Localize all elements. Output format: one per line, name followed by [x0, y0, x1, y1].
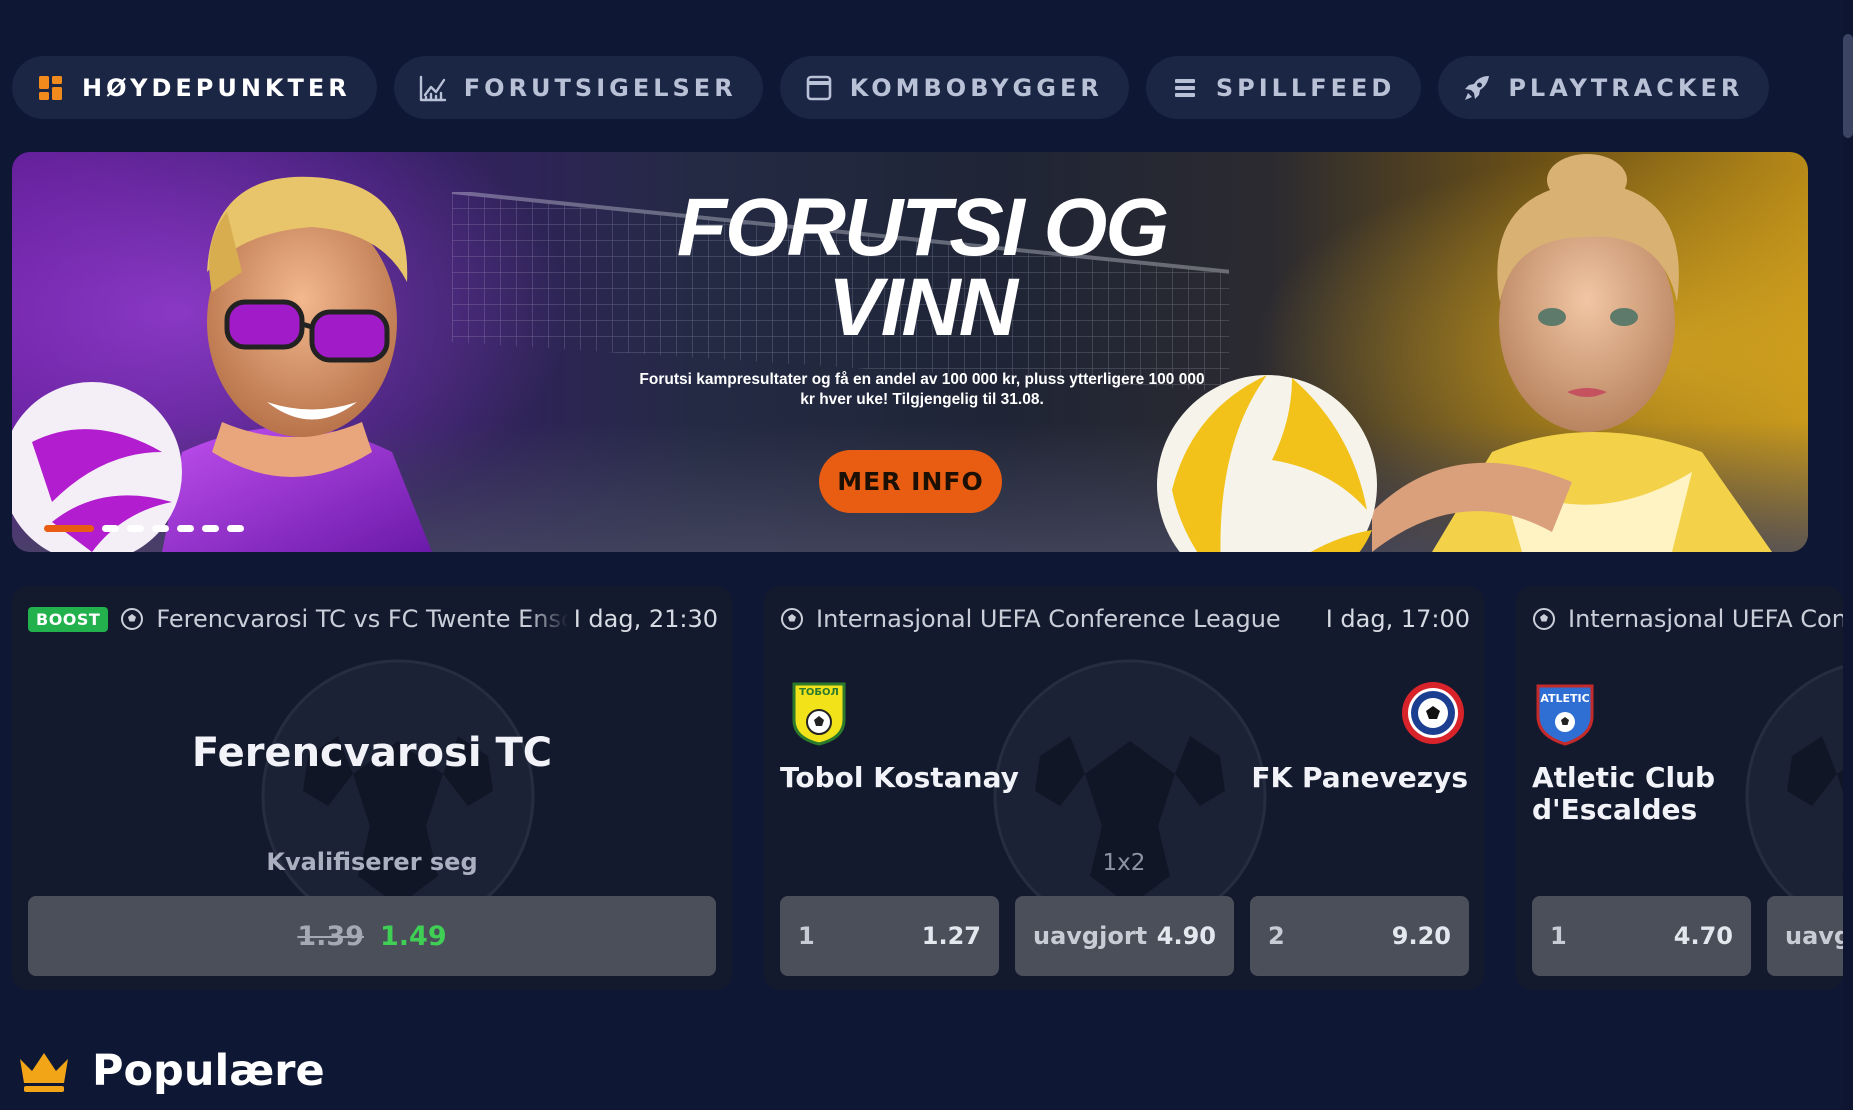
match-time: I dag, 21:30 [573, 605, 718, 633]
category-tabs: HØYDEPUNKTER FORUTSIGELSER KOMBOBYGGER S… [12, 56, 1770, 119]
match-title[interactable]: Ferencvarosi TC vs FC Twente Enschede [156, 605, 568, 633]
card-header: Internasjonal UEFA Conference League I d… [780, 602, 1470, 636]
odds-button-home[interactable]: 1 4.70 [1532, 896, 1751, 976]
odds-label: 1 [798, 922, 815, 950]
odds-label: 2 [1268, 922, 1285, 950]
banner-title: FORUTSI OG VINN [572, 182, 1272, 353]
tobol-logo-text: ТОБОЛ [799, 687, 839, 698]
tab-label: PLAYTRACKER [1508, 73, 1744, 102]
match-card[interactable]: Internasjonal UEFA Conference League I d… [764, 586, 1484, 990]
league-title[interactable]: Internasjonal UEFA Conference League [1568, 605, 1843, 633]
tab-kombobygger[interactable]: KOMBOBYGGER [779, 56, 1129, 119]
popular-section-header: Populære [16, 1046, 325, 1096]
crown-icon [20, 1053, 68, 1092]
boost-badge: BOOST [28, 606, 109, 632]
odds-value: 4.70 [1673, 922, 1733, 950]
player-woman-illustration [1372, 154, 1772, 552]
football-icon [781, 608, 803, 630]
tab-playtracker[interactable]: PLAYTRACKER [1438, 56, 1770, 119]
home-team-name: Tobol Kostanay [780, 761, 1019, 794]
odds-label: uavgjort [1033, 922, 1148, 950]
odds-button-draw[interactable]: uavgjort 4.90 [1015, 896, 1234, 976]
carousel-dot[interactable] [127, 525, 144, 532]
card-header: Internasjonal UEFA Conference League [1532, 602, 1843, 636]
scrollbar-thumb[interactable] [1843, 34, 1853, 138]
match-time: I dag, 17:00 [1325, 605, 1470, 633]
tab-label: KOMBOBYGGER [849, 73, 1103, 102]
page-scrollbar[interactable] [1843, 0, 1853, 1110]
player-man-illustration [12, 176, 432, 552]
panevezys-logo-icon [1402, 682, 1464, 744]
more-info-button[interactable]: MER INFO [819, 450, 1002, 513]
match-card[interactable]: Internasjonal UEFA Conference League ATL… [1516, 586, 1843, 990]
carousel-dot[interactable] [152, 525, 169, 532]
carousel-dot[interactable] [44, 525, 94, 532]
carousel-indicators [44, 525, 244, 532]
tab-label: HØYDEPUNKTER [82, 73, 351, 102]
carousel-dot[interactable] [202, 525, 219, 532]
home-team-name: Atletic Club d'Escaldes [1532, 762, 1715, 826]
home-team-name-line1: Atletic Club [1532, 761, 1716, 794]
away-team-name: FK Panevezys [1251, 761, 1468, 794]
market-label: Kvalifiserer seg [266, 848, 478, 876]
home-team-name-line2: d'Escaldes [1532, 793, 1698, 826]
odds-button-draw[interactable]: uavgjort [1767, 896, 1843, 976]
market-label: 1x2 [1102, 850, 1146, 876]
tab-label: FORUTSIGELSER [463, 73, 737, 102]
boosted-odds: 1.49 [380, 920, 447, 952]
atletic-logo-icon: ATLETIC [1536, 684, 1594, 746]
odds-value: 9.20 [1391, 922, 1451, 950]
carousel-dot[interactable] [177, 525, 194, 532]
odds-button-away[interactable]: 2 9.20 [1250, 896, 1469, 976]
tab-label: SPILLFEED [1215, 73, 1396, 102]
list-icon [1170, 73, 1200, 103]
tobol-logo-icon: ТОБОЛ [792, 682, 846, 746]
card-header: BOOST Ferencvarosi TC vs FC Twente Ensch… [28, 602, 718, 636]
promo-banner[interactable]: FORUTSI OG VINN Forutsi kampresultater o… [12, 152, 1808, 552]
banner-subtitle: Forutsi kampresultater og få en andel av… [639, 371, 1205, 408]
odds-value: 1.27 [921, 922, 981, 950]
rocket-icon [1462, 73, 1492, 103]
boost-match-card[interactable]: BOOST Ferencvarosi TC vs FC Twente Ensch… [12, 586, 732, 990]
tab-spillfeed[interactable]: SPILLFEED [1145, 56, 1422, 119]
chart-icon [418, 73, 448, 103]
boost-odds-button[interactable]: 1.39 1.49 [28, 896, 716, 976]
grid-icon [36, 73, 66, 103]
carousel-dot[interactable] [227, 525, 244, 532]
tab-hoydepunkter[interactable]: HØYDEPUNKTER [12, 56, 377, 119]
football-icon [1533, 608, 1555, 630]
odds-label: 1 [1550, 922, 1567, 950]
old-odds: 1.39 [297, 920, 364, 952]
odds-button-home[interactable]: 1 1.27 [780, 896, 999, 976]
atletic-logo-text: ATLETIC [1540, 692, 1589, 705]
banner-title-line2: VINN [828, 262, 1018, 353]
odds-label: uavgjort [1785, 922, 1843, 950]
league-title[interactable]: Internasjonal UEFA Conference League [816, 605, 1320, 633]
football-icon [121, 608, 144, 630]
card-icon [804, 73, 834, 103]
tab-forutsigelser[interactable]: FORUTSIGELSER [393, 56, 763, 119]
team-name: Ferencvarosi TC [191, 730, 553, 776]
odds-value: 4.90 [1156, 922, 1216, 950]
carousel-dot[interactable] [102, 525, 119, 532]
banner-title-line1: FORUTSI OG [676, 182, 1169, 273]
section-title: Populære [92, 1046, 325, 1096]
